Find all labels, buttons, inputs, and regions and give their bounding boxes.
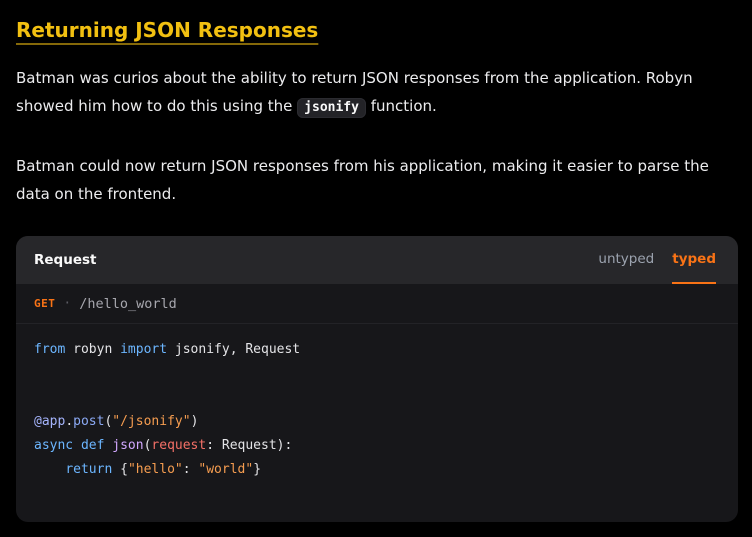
code-line: @app.post("/jsonify") <box>34 414 199 429</box>
request-code-card: Request untyped typed GET · /hello_world… <box>16 236 738 522</box>
route-row: GET · /hello_world <box>16 284 738 324</box>
request-card-title: Request <box>34 252 97 268</box>
request-card-tabs: untyped typed <box>598 236 738 284</box>
code-block: from robyn import jsonify, Request @app.… <box>16 324 738 482</box>
route-path: /hello_world <box>79 295 177 312</box>
code-line: from robyn import jsonify, Request <box>34 342 301 357</box>
docs-page: Returning JSON Responses Batman was curi… <box>0 0 752 522</box>
request-card-header: Request untyped typed <box>16 236 738 284</box>
code-line: async def json(request: Request): <box>34 438 293 453</box>
http-method-badge: GET <box>34 297 56 310</box>
code-line: return {"hello": "world"} <box>65 462 262 477</box>
page-title-link[interactable]: Returning JSON Responses <box>16 18 318 42</box>
paragraph-1-text-after: function. <box>365 97 437 115</box>
route-separator: · <box>63 296 72 311</box>
paragraph-1: Batman was curios about the ability to r… <box>16 64 736 122</box>
inline-code-jsonify: jsonify <box>297 98 366 118</box>
tab-untyped[interactable]: untyped <box>598 236 654 284</box>
tab-typed[interactable]: typed <box>672 236 716 284</box>
paragraph-2: Batman could now return JSON responses f… <box>16 157 709 203</box>
